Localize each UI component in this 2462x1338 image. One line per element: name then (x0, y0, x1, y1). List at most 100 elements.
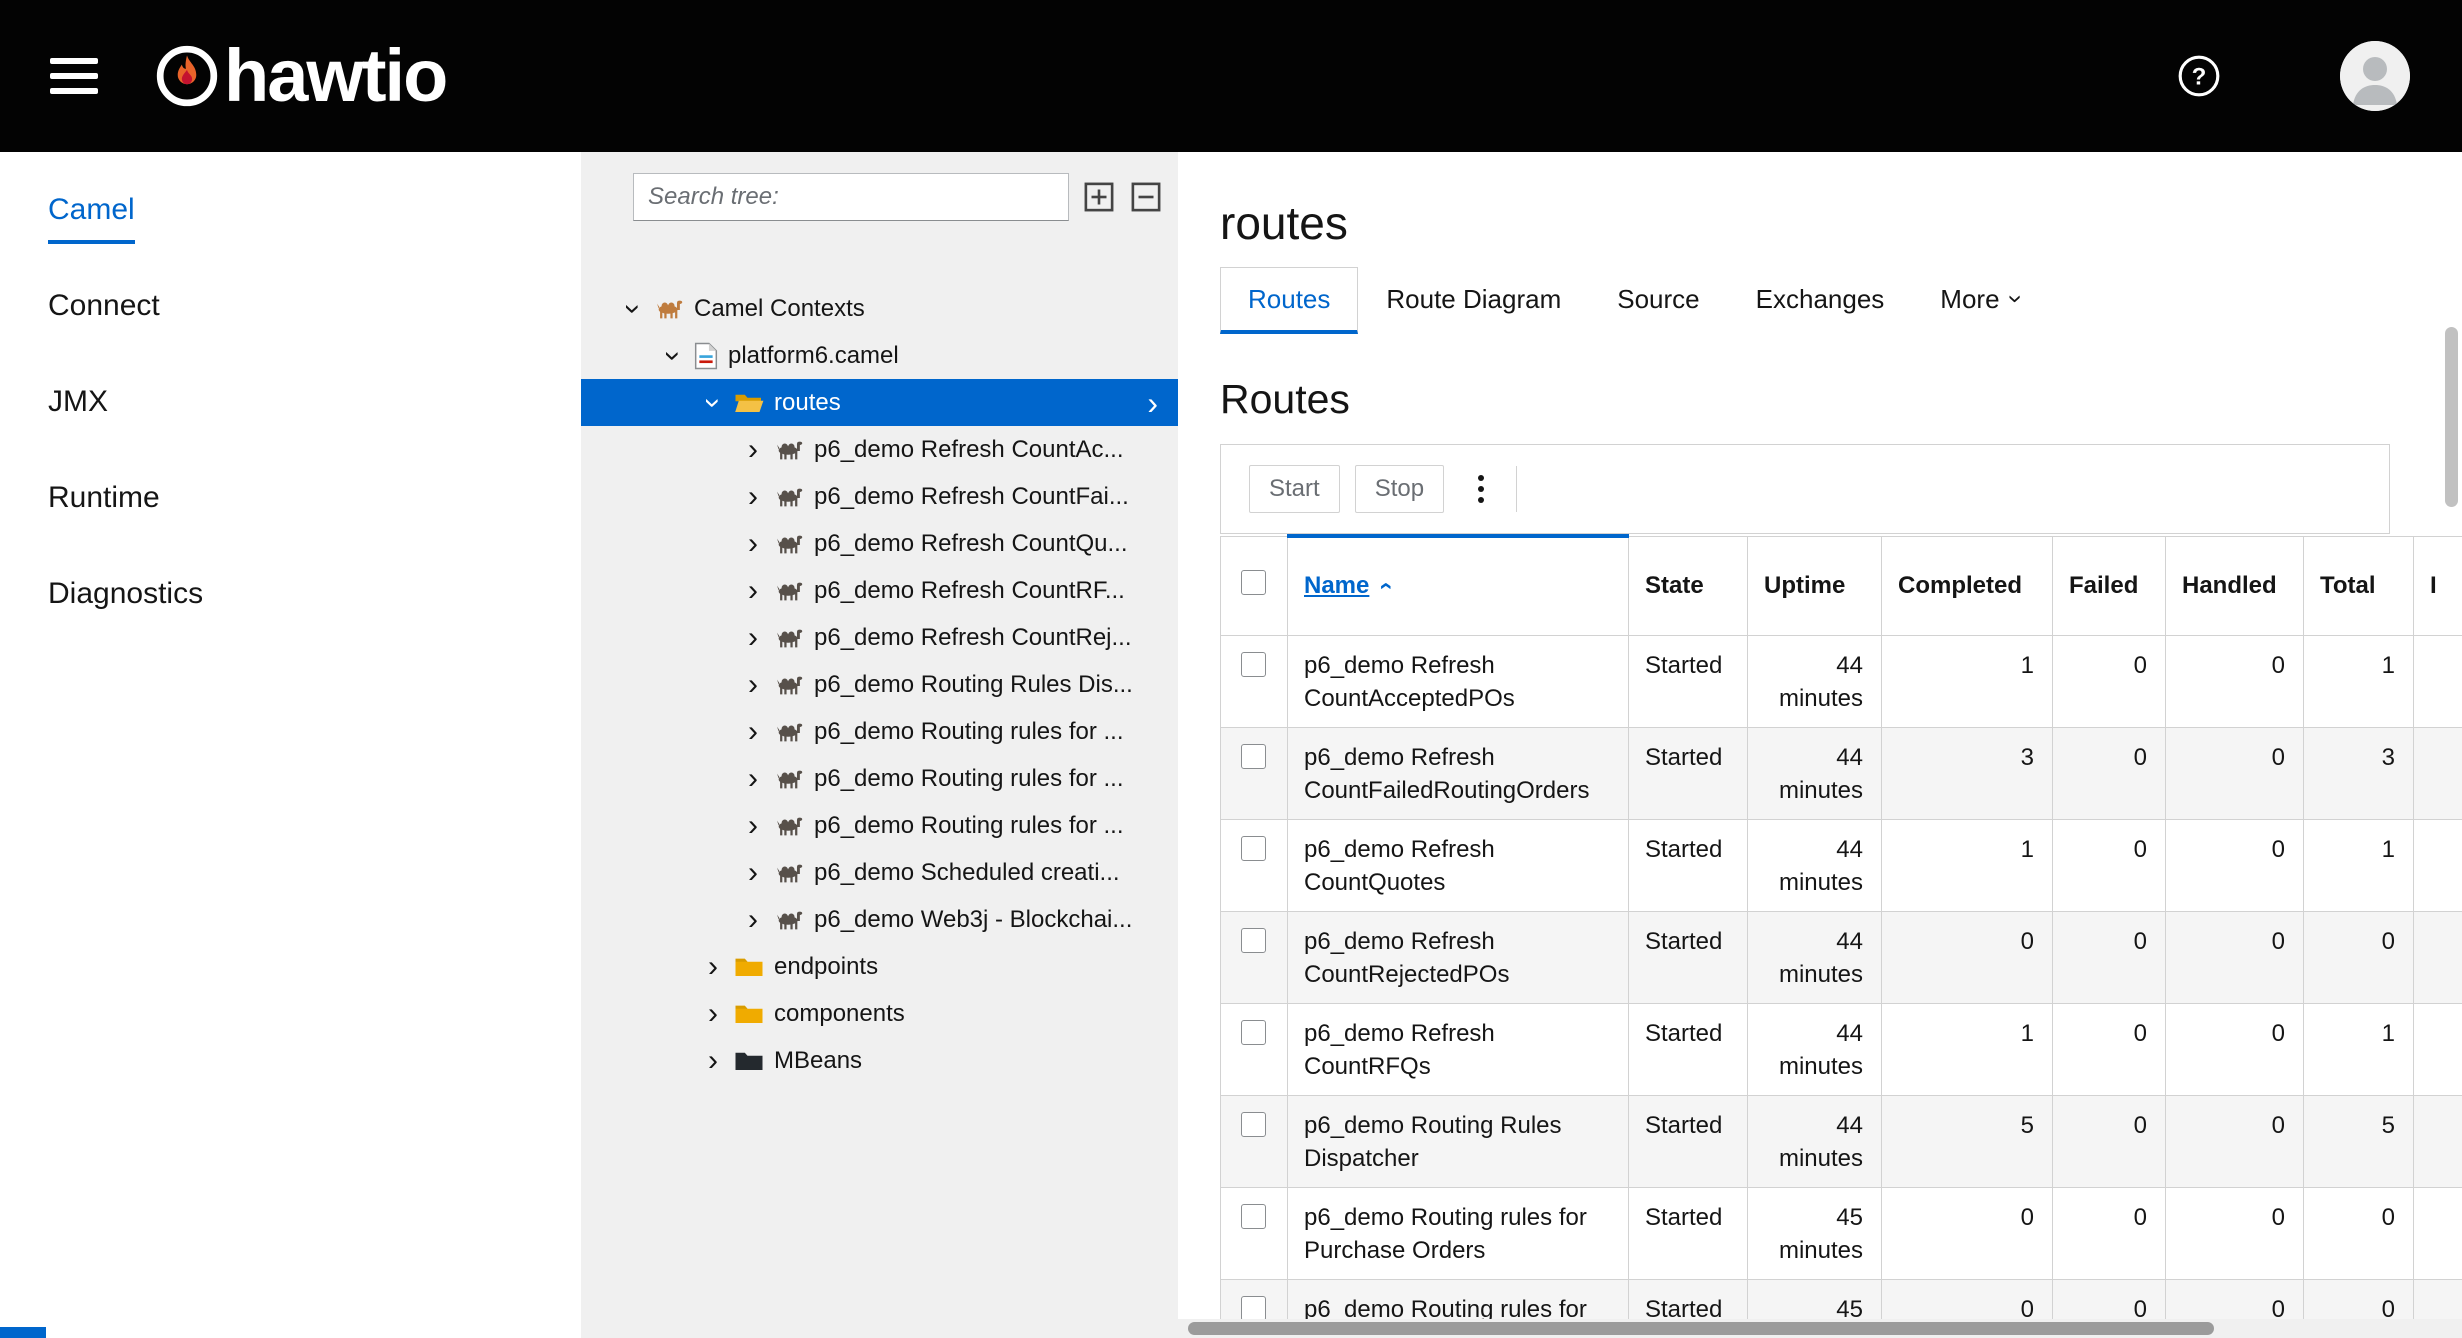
chevron-right-icon[interactable]: › (740, 576, 766, 606)
user-avatar-button[interactable] (2340, 41, 2410, 111)
cell-state: Started (1629, 635, 1748, 727)
table-row[interactable]: p6_demo Refresh CountAcceptedPOsStarted4… (1221, 635, 2462, 727)
table-row[interactable]: p6_demo Refresh CountQuotesStarted44 min… (1221, 819, 2462, 911)
tree-node-p6-demo-scheduled-creati[interactable]: › p6_demo Scheduled creati... (581, 849, 1178, 896)
tree-node-endpoints[interactable]: › endpoints (581, 943, 1178, 990)
chevron-right-icon[interactable]: › (740, 623, 766, 653)
tree-node-components[interactable]: ›components (581, 990, 1178, 1037)
tree-node-label: p6_demo Scheduled creati... (814, 859, 1120, 887)
app-header: hawtio ? (0, 0, 2462, 152)
table-row[interactable]: p6_demo Refresh CountRejectedPOsStarted4… (1221, 911, 2462, 1003)
cell-completed: 5 (1882, 1095, 2053, 1187)
tree-node-p6-demo-routing-rules-for[interactable]: ›p6_demo Routing rules for ... (581, 802, 1178, 849)
row-checkbox[interactable] (1241, 652, 1266, 677)
tree-search-input[interactable] (633, 173, 1069, 221)
tree-node-label: p6_demo Refresh CountRej... (814, 624, 1132, 652)
expand-all-button[interactable] (1082, 180, 1116, 214)
chevron-right-icon[interactable]: › (700, 1046, 726, 1076)
help-button[interactable]: ? (2176, 53, 2222, 99)
row-checkbox[interactable] (1241, 1020, 1266, 1045)
stop-button[interactable]: Stop (1355, 465, 1444, 513)
cell-name: p6_demo Refresh CountFailedRoutingOrders (1288, 727, 1629, 819)
tree-node-p6-demo-refresh-countfai[interactable]: ›p6_demo Refresh CountFai... (581, 473, 1178, 520)
sidebar-item-jmx[interactable]: JMX (0, 354, 581, 450)
sidebar-item-diagnostics[interactable]: Diagnostics (0, 546, 581, 642)
sidebar-item-camel[interactable]: Camel (0, 162, 581, 258)
tab-routes[interactable]: Routes (1220, 267, 1358, 334)
row-checkbox[interactable] (1241, 1112, 1266, 1137)
chevron-right-icon[interactable]: › (700, 999, 726, 1029)
select-all-header-cell (1221, 536, 1288, 635)
row-checkbox[interactable] (1241, 1296, 1266, 1320)
tree-node-p6-demo-routing-rules-for[interactable]: ›p6_demo Routing rules for ... (581, 755, 1178, 802)
tree-node-routes[interactable]: ›routes› (581, 379, 1178, 426)
column-header-name[interactable]: Name› (1288, 536, 1629, 635)
tree-node-mbeans[interactable]: ›MBeans (581, 1037, 1178, 1084)
horizontal-scrollbar-thumb[interactable] (1188, 1322, 2214, 1335)
table-row[interactable]: p6_demo Routing rules for Purchase Order… (1221, 1187, 2462, 1279)
start-button[interactable]: Start (1249, 465, 1340, 513)
chevron-right-icon[interactable]: › (740, 435, 766, 465)
cell-total: 1 (2304, 635, 2414, 727)
drilldown-chevron-icon[interactable]: › (1147, 387, 1158, 419)
tab-exchanges[interactable]: Exchanges (1728, 267, 1913, 334)
column-header-uptime[interactable]: Uptime (1748, 536, 1882, 635)
chevron-right-icon[interactable]: › (740, 905, 766, 935)
select-all-checkbox[interactable] (1241, 570, 1266, 595)
tree-node-p6-demo-web3j-blockchai[interactable]: ›p6_demo Web3j - Blockchai... (581, 896, 1178, 943)
chevron-right-icon[interactable]: › (740, 764, 766, 794)
column-header-i[interactable]: I (2414, 536, 2462, 635)
chevron-right-icon[interactable]: › (740, 717, 766, 747)
tree-node-p6-demo-refresh-countrej[interactable]: › p6_demo Refresh CountRej... (581, 614, 1178, 661)
tree-node-p6-demo-routing-rules-dis[interactable]: ›p6_demo Routing Rules Dis... (581, 661, 1178, 708)
sidebar-item-label: JMX (48, 385, 108, 418)
tree-node-p6-demo-refresh-countqu[interactable]: ›p6_demo Refresh CountQu... (581, 520, 1178, 567)
chevron-down-icon[interactable]: › (618, 296, 648, 322)
row-checkbox[interactable] (1241, 1204, 1266, 1229)
brand-logo[interactable]: hawtio (154, 39, 446, 113)
column-header-total[interactable]: Total (2304, 536, 2414, 635)
chevron-down-icon[interactable]: › (698, 390, 728, 416)
chevron-right-icon[interactable]: › (740, 482, 766, 512)
table-row[interactable]: p6_demo Routing rules forStarted450000 (1221, 1279, 2462, 1319)
collapse-all-button[interactable] (1129, 180, 1163, 214)
sidebar-item-connect[interactable]: Connect (0, 258, 581, 354)
table-row[interactable]: p6_demo Refresh CountFailedRoutingOrders… (1221, 727, 2462, 819)
table-row[interactable]: p6_demo Routing Rules DispatcherStarted4… (1221, 1095, 2462, 1187)
folder-open-icon (734, 391, 764, 415)
tree-node-p6-demo-refresh-countrf[interactable]: ›p6_demo Refresh CountRF... (581, 567, 1178, 614)
tree-node-camel-contexts[interactable]: ›Camel Contexts (581, 285, 1178, 332)
chevron-right-icon[interactable]: › (740, 670, 766, 700)
tab-bar: RoutesRoute DiagramSourceExchangesMore› (1220, 267, 2048, 334)
chevron-right-icon[interactable]: › (740, 529, 766, 559)
tab-route-diagram[interactable]: Route Diagram (1358, 267, 1589, 334)
cell-inflight-clipped (2414, 1003, 2462, 1095)
cell-failed: 0 (2053, 819, 2166, 911)
column-header-failed[interactable]: Failed (2053, 536, 2166, 635)
tree-node-label: endpoints (774, 953, 878, 981)
row-checkbox[interactable] (1241, 836, 1266, 861)
vertical-scrollbar-thumb[interactable] (2445, 327, 2458, 507)
tree-node-p6-demo-routing-rules-for[interactable]: ›p6_demo Routing rules for ... (581, 708, 1178, 755)
tree-node-p6-demo-refresh-countac[interactable]: ›p6_demo Refresh CountAc... (581, 426, 1178, 473)
chevron-right-icon[interactable]: › (740, 858, 766, 888)
column-header-label: Name (1304, 572, 1369, 599)
chevron-down-icon[interactable]: › (658, 343, 688, 369)
tree-node-platform6-camel[interactable]: ›platform6.camel (581, 332, 1178, 379)
column-header-completed[interactable]: Completed (1882, 536, 2053, 635)
cell-uptime: 44 minutes (1748, 819, 1882, 911)
sidebar-item-runtime[interactable]: Runtime (0, 450, 581, 546)
row-checkbox[interactable] (1241, 928, 1266, 953)
hamburger-menu-button[interactable] (44, 43, 104, 109)
horizontal-scrollbar[interactable] (1178, 1319, 2462, 1338)
tab-source[interactable]: Source (1589, 267, 1727, 334)
column-header-handled[interactable]: Handled (2166, 536, 2304, 635)
chevron-right-icon[interactable]: › (700, 952, 726, 982)
table-row[interactable]: p6_demo Refresh CountRFQsStarted44 minut… (1221, 1003, 2462, 1095)
column-header-state[interactable]: State (1629, 536, 1748, 635)
tree-panel: ›Camel Contexts›platform6.camel›routes››… (581, 152, 1178, 1338)
chevron-right-icon[interactable]: › (740, 811, 766, 841)
tab-more[interactable]: More› (1912, 267, 2048, 334)
kebab-menu-button[interactable] (1466, 467, 1496, 511)
row-checkbox[interactable] (1241, 744, 1266, 769)
